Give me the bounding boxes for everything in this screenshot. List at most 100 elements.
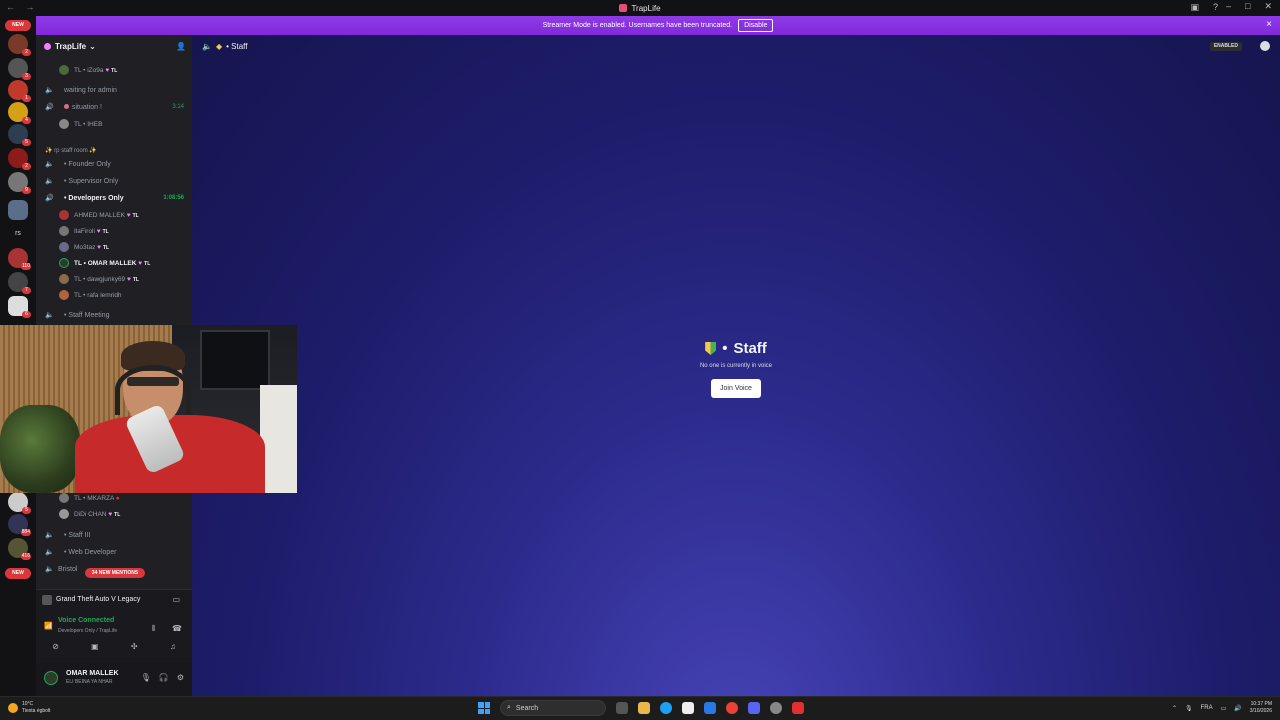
avatar: [59, 226, 69, 236]
minimize-icon[interactable]: –: [1226, 1, 1231, 12]
voice-channel-path[interactable]: Developers Only / TrapLife: [58, 628, 117, 634]
server-icon[interactable]: 5: [8, 492, 31, 514]
chat-icon[interactable]: [1260, 41, 1270, 51]
new-mentions-pill[interactable]: 34 NEW MENTIONS: [85, 568, 145, 578]
user-name: OMAR MALLEK: [66, 670, 119, 677]
voice-channel[interactable]: 🔈 • Web Developer: [36, 545, 192, 559]
server-icon[interactable]: 4: [8, 102, 31, 124]
voice-user[interactable]: TL • rafa lemridh: [36, 288, 192, 302]
volume-icon[interactable]: 🔊: [1234, 705, 1241, 712]
server-badge: 7: [22, 287, 31, 294]
voice-user[interactable]: IlaFiroli ♥ TL: [36, 224, 192, 238]
voice-user-self[interactable]: TL • OMAR MALLEK ♥ TL: [36, 256, 192, 270]
voice-channel[interactable]: 🔊 situation ! 3:14: [36, 100, 192, 114]
activities-icon[interactable]: ✣: [131, 642, 138, 656]
server-icon[interactable]: 5: [8, 124, 31, 146]
voice-channel[interactable]: 🔈 • Founder Only: [36, 157, 192, 171]
screen-share-icon[interactable]: ▭: [172, 595, 180, 604]
server-icon[interactable]: 2: [8, 148, 31, 170]
server-icon[interactable]: 884: [8, 514, 31, 536]
voice-user[interactable]: AHMED MALLEK ♥ TL: [36, 208, 192, 222]
server-icon[interactable]: 1: [8, 80, 31, 102]
voice-channel[interactable]: 🔈 • Supervisor Only: [36, 174, 192, 188]
username: DiDi CHAN ♥ TL: [74, 510, 121, 518]
category-header[interactable]: ✨ rp staff room ✨: [36, 143, 192, 157]
app-icon[interactable]: [792, 702, 804, 714]
store-icon[interactable]: [682, 702, 694, 714]
weather-widget[interactable]: 10°C Tiesta ėgbolt: [8, 701, 50, 715]
inbox-icon[interactable]: ▣: [1190, 2, 1199, 13]
server-icon[interactable]: 2: [8, 34, 31, 56]
add-user-icon[interactable]: 👤: [176, 42, 186, 51]
voice-user[interactable]: TL • IHEB: [36, 117, 192, 131]
voice-channel-connected[interactable]: 🔊 • Developers Only 1:08:56: [36, 191, 192, 205]
chevron-up-icon[interactable]: ⌃: [1172, 705, 1177, 712]
join-voice-button[interactable]: Join Voice: [711, 379, 761, 398]
language-indicator[interactable]: FRA: [1201, 705, 1213, 711]
shield-icon: [705, 342, 717, 355]
avatar: [59, 242, 69, 252]
server-icon[interactable]: 416: [8, 538, 31, 560]
taskbar-search[interactable]: ⌕ Search: [500, 700, 606, 716]
game-icon: [42, 594, 52, 605]
close-banner-icon[interactable]: ×: [1266, 19, 1272, 30]
server-icon[interactable]: 9: [8, 172, 31, 194]
file-explorer-icon[interactable]: [638, 702, 650, 714]
gear-icon[interactable]: ⚙: [177, 673, 184, 682]
disable-streamer-button[interactable]: Disable: [738, 19, 774, 32]
close-window-icon[interactable]: ✕: [1264, 1, 1272, 12]
streamer-enabled-badge: ENABLED: [1209, 42, 1242, 51]
user-controls: 🎙 🎧 ⚙: [141, 673, 184, 682]
voice-timer: 1:08:56: [163, 195, 184, 201]
streamer-banner-text: Streamer Mode is enabled. Usernames have…: [542, 22, 733, 29]
guild-header[interactable]: TrapLife ⌄ 👤: [36, 35, 192, 57]
server-rs[interactable]: rs: [8, 224, 28, 244]
voice-user[interactable]: TL • iZo9a ♥ TL: [36, 63, 192, 77]
voice-user[interactable]: TL • MKARZA ●: [36, 491, 192, 505]
server-icon[interactable]: 7: [8, 272, 31, 294]
task-view-icon[interactable]: [616, 702, 628, 714]
disconnect-icon[interactable]: ☎: [172, 624, 182, 633]
server-icon[interactable]: 3: [8, 58, 31, 80]
voice-user[interactable]: Mo3taz ♥ TL: [36, 240, 192, 254]
channel-name: • Staff: [226, 41, 248, 51]
streamer: [75, 341, 265, 493]
headphones-icon[interactable]: 🎧: [159, 673, 169, 682]
chrome-icon[interactable]: [726, 702, 738, 714]
app-icon[interactable]: [770, 702, 782, 714]
windows-start-icon[interactable]: [478, 702, 490, 714]
voice-user[interactable]: TL • dawgjunky69 ♥ TL: [36, 272, 192, 286]
maximize-icon[interactable]: □: [1245, 1, 1250, 12]
channel-label: • Staff Meeting: [64, 311, 110, 319]
nav-arrows-icon[interactable]: ← →: [6, 2, 39, 12]
voice-connection-panel: 📶 Voice Connected Developers Only / Trap…: [36, 609, 192, 663]
streamer-mode-banner: Streamer Mode is enabled. Usernames have…: [36, 16, 1280, 35]
clock[interactable]: 10:37 PM 3/10/2026: [1250, 701, 1272, 715]
server-icon[interactable]: [8, 200, 28, 220]
avatar: [59, 65, 69, 75]
soundboard-icon[interactable]: ♫: [170, 642, 176, 656]
camera-off-icon[interactable]: ⊘: [52, 642, 59, 656]
user-status: ELI BEINA YA NHAR: [66, 679, 113, 685]
username: TL • iZo9a ♥ TL: [74, 66, 118, 74]
server-badge: 2: [22, 49, 31, 56]
noise-suppression-icon[interactable]: ⫴: [152, 624, 155, 634]
help-icon[interactable]: ?: [1213, 2, 1218, 13]
microphone-icon[interactable]: 🎙: [1185, 705, 1193, 712]
avatar[interactable]: [44, 671, 58, 685]
voice-channel[interactable]: 🔈 • Staff Meeting: [36, 308, 192, 322]
voice-channel[interactable]: 🔈 • Staff III: [36, 528, 192, 542]
voice-actions: ⊘ ▣ ✣ ♫: [36, 642, 192, 656]
app-icon[interactable]: [704, 702, 716, 714]
server-icon[interactable]: 6: [8, 296, 31, 318]
voice-channel[interactable]: 🔈 waiting for admin: [36, 83, 192, 97]
speaker-icon: 🔈: [45, 178, 54, 185]
server-icon[interactable]: 110: [8, 248, 31, 270]
edge-icon[interactable]: [660, 702, 672, 714]
voice-user[interactable]: DiDi CHAN ♥ TL: [36, 507, 192, 521]
screen-share-icon[interactable]: ▣: [91, 642, 99, 656]
channel-label: • Supervisor Only: [64, 177, 119, 185]
network-icon[interactable]: ▭: [1221, 705, 1227, 712]
microphone-icon[interactable]: 🎙: [141, 673, 151, 682]
discord-icon[interactable]: [748, 702, 760, 714]
